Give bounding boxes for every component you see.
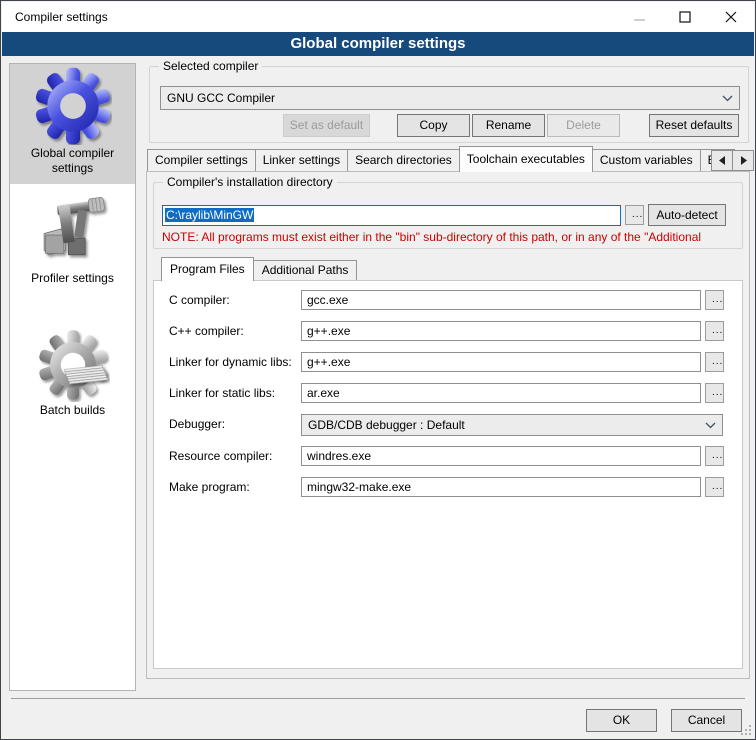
selected-compiler-group: Selected compiler GNU GCC Compiler Set a… — [149, 66, 749, 143]
tab-toolchain-executables[interactable]: Toolchain executables — [459, 146, 593, 172]
minimize-icon — [634, 12, 645, 23]
set-as-default-button[interactable]: Set as default — [283, 114, 370, 137]
gray-gear-papers-icon — [36, 328, 110, 402]
sidebar-item-global-compiler-settings[interactable]: Global compiler settings — [10, 64, 135, 184]
field-label: Resource compiler: — [169, 446, 272, 466]
dynamic-linker-input[interactable] — [301, 352, 701, 372]
tab-scroll-right-button[interactable] — [732, 150, 754, 171]
browse-dynamic-linker-button[interactable]: ... — [705, 352, 724, 372]
cpp-compiler-input[interactable] — [301, 321, 701, 341]
close-icon — [725, 11, 737, 23]
copy-button[interactable]: Copy — [397, 114, 470, 137]
field-label: Linker for static libs: — [169, 383, 275, 403]
tab-compiler-settings[interactable]: Compiler settings — [147, 149, 256, 171]
maximize-icon — [679, 11, 691, 23]
installation-directory-input[interactable]: C:\raylib\MinGW — [162, 205, 621, 226]
chevron-down-icon — [705, 422, 716, 429]
browse-resource-compiler-button[interactable]: ... — [705, 446, 724, 466]
resource-compiler-input[interactable] — [301, 446, 701, 466]
browse-make-program-button[interactable]: ... — [705, 477, 724, 497]
browse-static-linker-button[interactable]: ... — [705, 383, 724, 403]
caliper-icon — [35, 194, 111, 270]
window-title: Compiler settings — [2, 10, 108, 24]
cancel-button[interactable]: Cancel — [671, 709, 742, 732]
close-button[interactable] — [708, 2, 754, 32]
tab-scroll-left-icon — [719, 156, 726, 165]
ok-button[interactable]: OK — [586, 709, 657, 732]
settings-category-list: Global compiler settings Profile — [9, 63, 136, 691]
field-label: C compiler: — [169, 290, 230, 310]
group-label: Compiler's installation directory — [163, 175, 337, 190]
tab-additional-paths[interactable]: Additional Paths — [253, 260, 358, 280]
installation-directory-value: C:\raylib\MinGW — [165, 208, 254, 222]
settings-tabstrip: Compiler settings Linker settings Search… — [147, 146, 734, 172]
resize-grip[interactable] — [741, 725, 752, 736]
blue-gear-icon — [34, 67, 112, 145]
dialog-header: Global compiler settings — [2, 32, 754, 56]
tab-scroll-left-button[interactable] — [711, 150, 733, 171]
static-linker-input[interactable] — [301, 383, 701, 403]
note-text: NOTE: All programs must exist either in … — [162, 230, 741, 245]
c-compiler-input[interactable] — [301, 290, 701, 310]
sidebar-item-batch-builds[interactable]: Batch builds — [10, 325, 135, 425]
minimize-button[interactable] — [616, 2, 662, 32]
titlebar: Compiler settings — [2, 2, 754, 32]
sidebar-item-label: Batch builds — [10, 402, 135, 421]
sidebar-item-profiler-settings[interactable]: Profiler settings — [10, 191, 135, 299]
program-files-page: C compiler: ... C++ compiler: ... Linker… — [153, 280, 743, 669]
sidebar-item-label: Profiler settings — [10, 270, 135, 289]
compiler-settings-window: Compiler settings Global compiler settin… — [0, 0, 756, 740]
tab-scroll-right-icon — [740, 156, 747, 165]
debugger-select[interactable]: GDB/CDB debugger : Default — [301, 414, 723, 436]
browse-cpp-compiler-button[interactable]: ... — [705, 321, 724, 341]
field-label: C++ compiler: — [169, 321, 244, 341]
chevron-down-icon — [722, 95, 733, 102]
field-label: Make program: — [169, 477, 250, 497]
auto-detect-button[interactable]: Auto-detect — [648, 204, 726, 226]
tab-search-directories[interactable]: Search directories — [347, 149, 460, 171]
maximize-button[interactable] — [662, 2, 708, 32]
tab-program-files[interactable]: Program Files — [161, 257, 254, 281]
delete-button[interactable]: Delete — [547, 114, 620, 137]
group-label: Selected compiler — [159, 59, 262, 74]
compiler-select[interactable]: GNU GCC Compiler — [160, 86, 740, 110]
toolchain-executables-panel: Compiler's installation directory C:\ray… — [146, 171, 750, 679]
debugger-select-value: GDB/CDB debugger : Default — [308, 418, 705, 432]
field-label: Debugger: — [169, 414, 225, 434]
sidebar-item-label: Global compiler settings — [10, 145, 135, 179]
browse-installation-directory-button[interactable]: ... — [625, 205, 644, 225]
tab-custom-variables[interactable]: Custom variables — [592, 149, 701, 171]
rename-button[interactable]: Rename — [472, 114, 545, 137]
toolchain-subtabstrip: Program Files Additional Paths — [161, 257, 356, 281]
reset-defaults-button[interactable]: Reset defaults — [649, 114, 739, 137]
window-controls — [616, 2, 754, 32]
footer-separator — [11, 698, 745, 699]
installation-directory-group: Compiler's installation directory C:\ray… — [153, 182, 743, 249]
field-label: Linker for dynamic libs: — [169, 352, 292, 372]
browse-c-compiler-button[interactable]: ... — [705, 290, 724, 310]
tab-linker-settings[interactable]: Linker settings — [255, 149, 348, 171]
make-program-input[interactable] — [301, 477, 701, 497]
compiler-select-value: GNU GCC Compiler — [167, 91, 722, 105]
